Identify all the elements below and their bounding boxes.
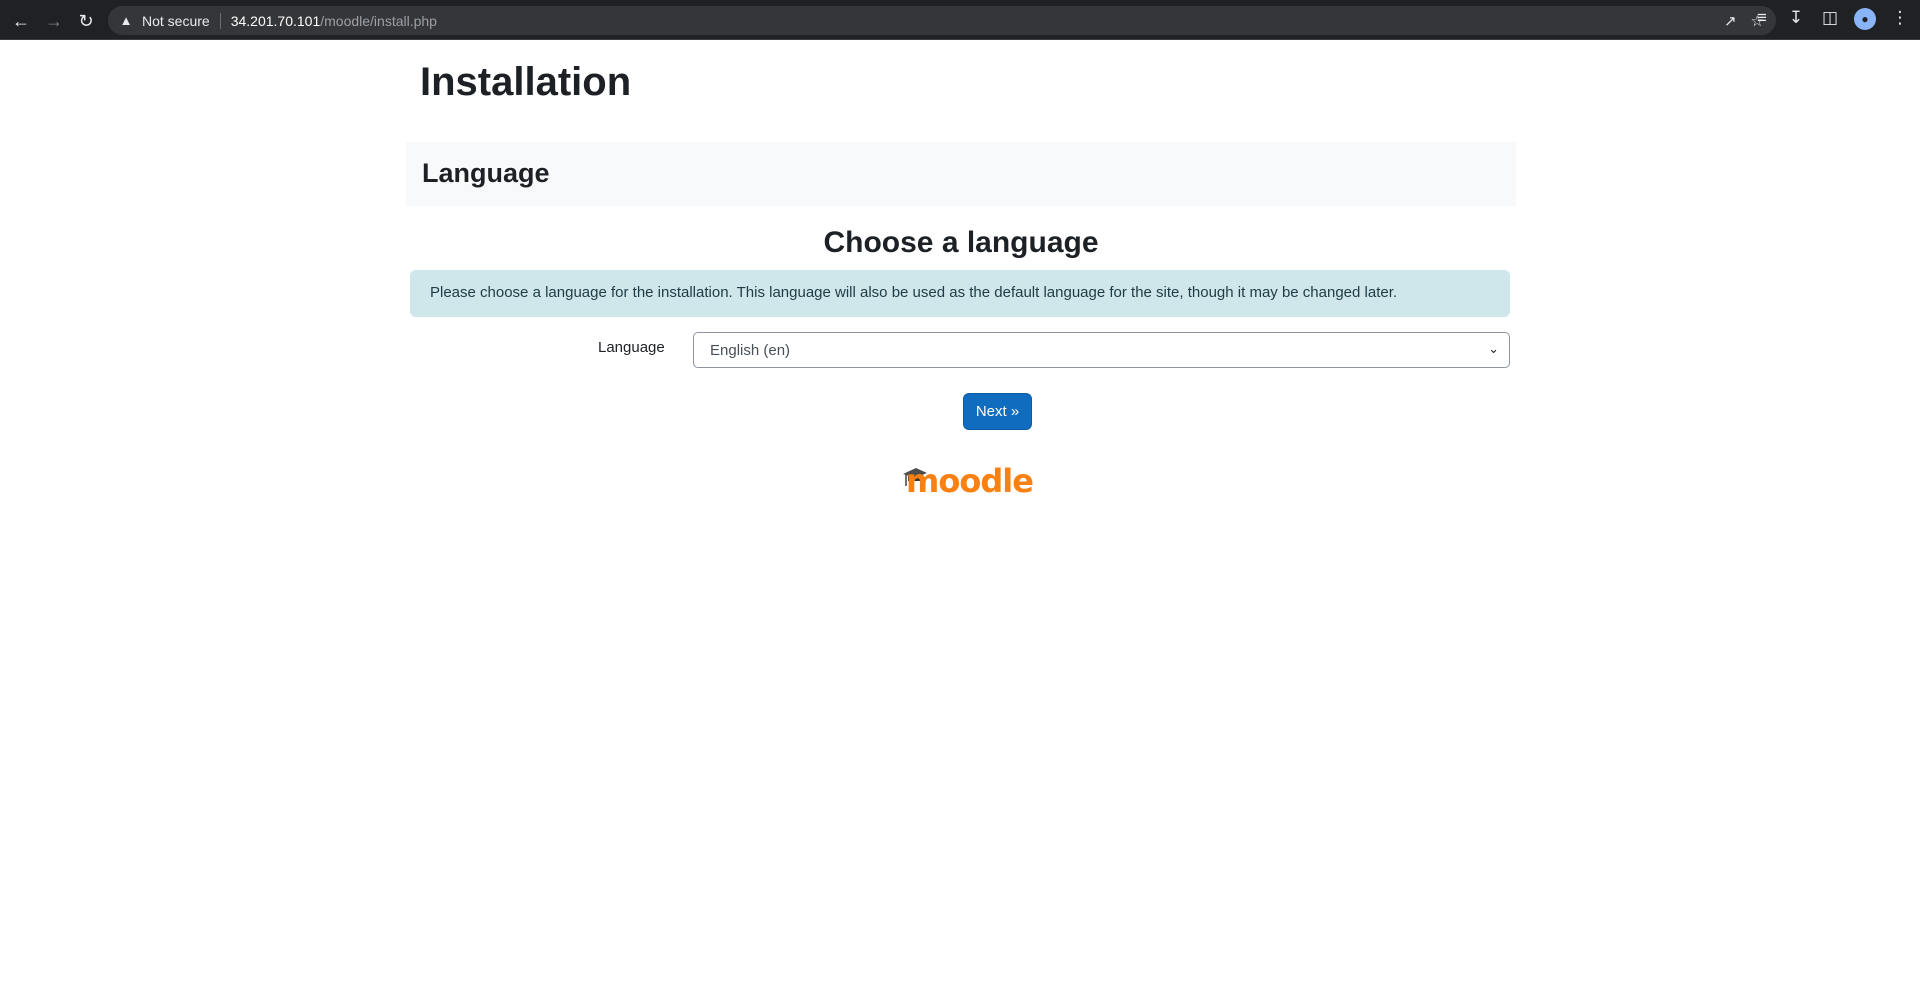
language-label: Language <box>598 339 665 356</box>
browser-toolbar: ← → ↻ ▲ Not secure 34.201.70.101 /moodle… <box>0 0 1920 40</box>
profile-avatar-icon[interactable]: ● <box>1854 8 1876 30</box>
omnibox-divider <box>219 12 221 29</box>
address-bar[interactable]: ▲ Not secure 34.201.70.101 /moodle/insta… <box>108 6 1776 35</box>
arrow-right-icon: → <box>45 11 63 31</box>
section-title: Language <box>422 158 550 188</box>
arrow-left-icon: ← <box>12 11 30 31</box>
language-select[interactable]: English (en) ⌄ <box>693 332 1510 368</box>
side-panel-icon[interactable]: ◫ <box>1820 8 1840 30</box>
section-header: Language <box>406 142 1516 206</box>
page-title: Installation <box>420 60 632 104</box>
info-alert-text: Please choose a language for the install… <box>430 284 1398 301</box>
moodle-logo: moodle <box>902 462 1034 502</box>
share-icon[interactable]: ↗ <box>1724 12 1737 30</box>
warning-icon: ▲ <box>119 13 133 28</box>
url-host: 34.201.70.101 <box>230 12 321 29</box>
page-content: Installation Language Choose a language … <box>0 40 1920 998</box>
moodle-wordmark: moodle <box>906 462 1034 500</box>
security-label[interactable]: Not secure <box>142 13 210 29</box>
reading-list-icon[interactable]: ≡ <box>1752 8 1772 30</box>
chevron-down-icon: ⌄ <box>1488 341 1499 356</box>
info-alert: Please choose a language for the install… <box>410 270 1510 317</box>
url-path: /moodle/install.php <box>320 12 437 29</box>
choose-language-heading: Choose a language <box>823 226 1099 259</box>
next-button[interactable]: Next » <box>963 393 1032 430</box>
forward-button[interactable]: → <box>41 8 67 34</box>
back-button[interactable]: ← <box>8 8 34 34</box>
download-icon[interactable]: ↧ <box>1786 8 1806 30</box>
language-select-value: English (en) <box>710 341 791 359</box>
reload-icon: ↻ <box>78 11 94 31</box>
reload-button[interactable]: ↻ <box>73 8 99 34</box>
menu-kebab-icon[interactable]: ⋮ <box>1890 8 1910 30</box>
